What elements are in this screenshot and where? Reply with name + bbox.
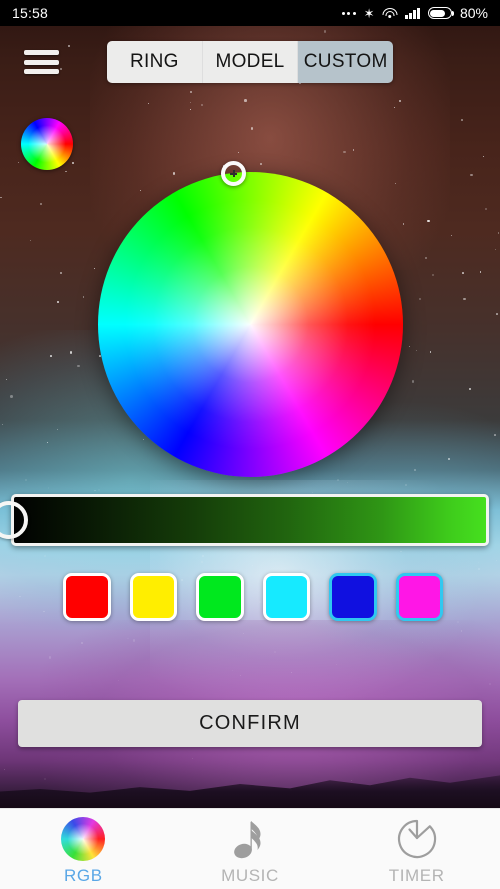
color-wheel-cursor[interactable] — [221, 161, 246, 186]
swatch-yellow[interactable] — [129, 573, 177, 621]
tab-custom[interactable]: CUSTOM — [298, 41, 393, 83]
swatch-magenta[interactable] — [395, 573, 443, 621]
brightness-slider[interactable] — [0, 494, 489, 546]
tab-model[interactable]: MODEL — [202, 41, 299, 83]
tab-ring[interactable]: RING — [107, 41, 203, 83]
color-wheel-icon — [61, 816, 106, 861]
nav-label-timer: TIMER — [388, 865, 445, 885]
status-icons: ✶ 80% — [341, 5, 488, 21]
signal-icon — [405, 7, 420, 19]
nav-item-timer[interactable]: TIMER — [333, 809, 500, 889]
bottom-navigation-bar: RGB MUSIC TIMER — [0, 808, 500, 889]
nav-label-music: MUSIC — [221, 865, 279, 885]
swatch-red[interactable] — [63, 573, 111, 621]
color-wheel-preview-icon[interactable] — [21, 118, 73, 170]
nav-item-music[interactable]: MUSIC — [167, 809, 334, 889]
music-note-icon — [229, 817, 271, 861]
bluetooth-icon: ✶ — [363, 5, 375, 21]
swatch-green[interactable] — [196, 573, 244, 621]
nav-item-rgb[interactable]: RGB — [0, 809, 167, 889]
hamburger-bar — [24, 69, 59, 74]
preset-swatch-row — [63, 573, 443, 621]
color-wheel-surface[interactable] — [98, 172, 403, 477]
app-screen: 15:58 ✶ 80% RING MODEL CUSTOM CONFIRM RG… — [0, 0, 500, 889]
more-dots-icon — [341, 11, 356, 15]
battery-percent-label: 80% — [459, 5, 488, 21]
battery-icon — [427, 7, 455, 19]
hamburger-bar — [24, 50, 59, 55]
nav-label-rgb: RGB — [64, 865, 103, 885]
confirm-button[interactable]: CONFIRM — [18, 700, 482, 747]
hamburger-menu-icon[interactable] — [24, 47, 59, 77]
wifi-icon — [382, 7, 398, 19]
stopwatch-icon — [396, 817, 438, 861]
mode-tab-bar: RING MODEL CUSTOM — [107, 41, 393, 83]
color-wheel-picker[interactable] — [98, 161, 403, 477]
brightness-slider-knob[interactable] — [0, 501, 28, 539]
status-time: 15:58 — [12, 5, 49, 21]
swatch-blue[interactable] — [329, 573, 377, 621]
status-bar: 15:58 ✶ 80% — [0, 0, 500, 26]
hamburger-bar — [24, 59, 59, 65]
swatch-cyan[interactable] — [262, 573, 310, 621]
